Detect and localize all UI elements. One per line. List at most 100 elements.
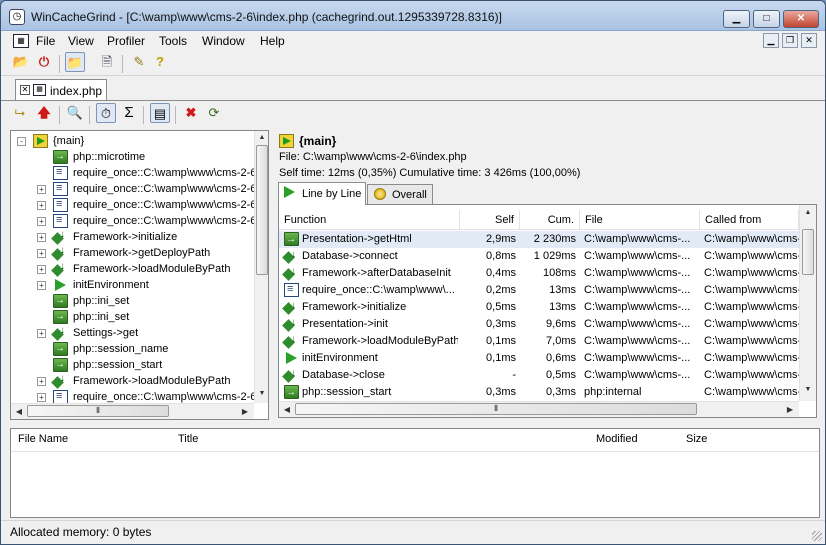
menu-help[interactable]: Help [260, 34, 285, 48]
up-folder-icon[interactable]: ⮡ [10, 103, 30, 123]
scroll-left-arrow[interactable]: ◀ [279, 402, 295, 417]
maximize-button[interactable]: □ [753, 10, 780, 28]
scroll-thumb[interactable] [802, 229, 814, 275]
scroll-right-arrow[interactable]: ▶ [237, 404, 253, 419]
expand-toggle[interactable]: + [37, 217, 46, 226]
minimize-button[interactable]: ▁ [723, 10, 750, 28]
list-vertical-scrollbar[interactable]: ▲ ▼ [799, 205, 816, 401]
table-row[interactable]: Presentation->getHtml 2,9ms 2 230ms C:\wamp… [279, 231, 799, 248]
tree-item[interactable]: php::ini_set [11, 309, 254, 325]
menu-window[interactable]: Window [202, 34, 245, 48]
tree-item[interactable]: php::session_name [11, 341, 254, 357]
table-row[interactable]: initEnvironment 0,1ms 0,6ms C:\wamp\www\cms… [279, 350, 799, 367]
mdi-document-icon[interactable]: ▦ [13, 34, 29, 48]
tree-item[interactable]: - {main} [11, 133, 254, 149]
scroll-up-arrow[interactable]: ▲ [800, 208, 816, 218]
title-bar[interactable]: ◷ WinCacheGrind - [C:\wamp\www\cms-2-6\i… [1, 1, 825, 31]
scroll-thumb[interactable]: ⦀ [27, 405, 169, 417]
resize-grip-icon[interactable] [812, 531, 822, 541]
table-row[interactable]: require_once::C:\wamp\www\... 0,2ms 13ms C:… [279, 281, 799, 299]
doc-tab-index-php[interactable]: ✕ ▦ index.php [15, 79, 107, 101]
tree-item[interactable]: + require_once::C:\wamp\www\cms-2-6 [11, 180, 256, 197]
tree-item[interactable]: require_once::C:\wamp\www\cms-2-6 [11, 164, 256, 181]
table-row[interactable]: php::session_start 0,3ms 0,3ms php:internal… [279, 384, 799, 401]
column-file-name[interactable]: File Name [18, 433, 68, 445]
close-tab-icon[interactable]: ✕ [20, 85, 30, 95]
refresh-icon[interactable]: ⟳ [204, 103, 224, 123]
tree-item[interactable]: php::microtime [11, 149, 254, 165]
tree-item[interactable]: + require_once::C:\wamp\www\cms-2-6 [11, 212, 256, 229]
column-cum[interactable]: Cum. [520, 210, 580, 230]
table-row[interactable]: Framework->initialize 0,5ms 13ms C:\wamp\ww… [279, 297, 799, 316]
open-folder-icon[interactable]: 📂 [11, 52, 31, 72]
table-row[interactable]: Framework->loadModuleByPath 0,1ms 7,0ms C:\… [279, 331, 799, 350]
tree-item[interactable]: + Framework->initialize [11, 227, 254, 245]
horizontal-splitter[interactable] [10, 420, 820, 428]
menu-profiler[interactable]: Profiler [107, 34, 145, 48]
scroll-up-arrow[interactable]: ▲ [255, 133, 268, 143]
table-row[interactable]: Database->connect 0,8ms 1 029ms C:\wamp\www… [279, 246, 799, 265]
stop-profile-icon[interactable]: ⏻ [34, 52, 54, 72]
mdi-restore-button[interactable]: ❐ [782, 33, 798, 48]
calls-list[interactable]: Function Self Cum. File Called from Pres… [278, 204, 817, 418]
column-function[interactable]: Function [279, 210, 460, 230]
scroll-right-arrow[interactable]: ▶ [782, 402, 798, 417]
tab-overall[interactable]: Overall [367, 184, 433, 204]
scroll-thumb[interactable]: ⦀ [295, 403, 697, 415]
table-row[interactable]: Database->close - 0,5ms C:\wamp\www\cms-...… [279, 365, 799, 384]
column-size[interactable]: Size [686, 433, 707, 445]
tree-horizontal-scrollbar[interactable]: ◀ ⦀ ▶ [11, 403, 254, 419]
tree-item[interactable]: + Settings->get [11, 323, 254, 341]
column-modified[interactable]: Modified [596, 433, 638, 445]
tree-item[interactable]: php::session_start [11, 357, 254, 373]
time-mode-icon[interactable]: ⏱ [96, 103, 116, 123]
tab-line-by-line[interactable]: Line by Line [278, 182, 366, 205]
mdi-minimize-button[interactable]: ▁ [763, 33, 779, 48]
sigma-icon[interactable]: Σ [119, 103, 139, 123]
expand-toggle[interactable]: + [37, 265, 46, 274]
collapse-toggle[interactable]: - [17, 137, 26, 146]
column-self[interactable]: Self [460, 210, 520, 230]
expand-toggle[interactable]: + [37, 329, 46, 338]
expand-toggle[interactable]: + [37, 393, 46, 402]
properties-icon[interactable]: 🗎 [97, 52, 117, 72]
table-row[interactable]: Framework->afterDatabaseInit 0,4ms 108ms C:… [279, 263, 799, 282]
tree-vertical-scrollbar[interactable]: ▲ ▼ [254, 131, 268, 403]
menu-view[interactable]: View [68, 34, 94, 48]
expand-toggle[interactable]: + [37, 233, 46, 242]
scroll-down-arrow[interactable]: ▼ [800, 385, 816, 395]
expand-toggle[interactable]: + [37, 377, 46, 386]
tree-item[interactable]: php::ini_set [11, 293, 254, 309]
tree-item[interactable]: + initEnvironment [11, 277, 254, 293]
expand-toggle[interactable]: + [37, 249, 46, 258]
close-button[interactable]: ✕ [783, 10, 819, 28]
scroll-left-arrow[interactable]: ◀ [11, 404, 27, 419]
red-up-arrow-icon[interactable]: 🡅 [34, 103, 54, 123]
column-title[interactable]: Title [178, 433, 198, 445]
call-tree[interactable]: - {main}php::microtimerequire_once::C:\wa… [10, 130, 269, 420]
expand-toggle[interactable]: + [37, 281, 46, 290]
menu-tools[interactable]: Tools [159, 34, 187, 48]
ms-units-icon[interactable]: ▤ [150, 103, 170, 123]
tree-item[interactable]: + require_once::C:\wamp\www\cms-2-6 [11, 196, 256, 213]
list-horizontal-scrollbar[interactable]: ◀ ⦀ ▶ [279, 401, 799, 417]
expand-toggle[interactable]: + [37, 201, 46, 210]
scroll-down-arrow[interactable]: ▼ [255, 389, 268, 399]
profile-file-list[interactable]: File Name Title Modified Size [10, 428, 820, 518]
red-x-icon[interactable]: ✖ [181, 103, 201, 123]
expand-toggle[interactable]: + [37, 185, 46, 194]
column-called-from[interactable]: Called from [700, 210, 799, 230]
folder-view-icon[interactable]: 📁 [65, 52, 85, 72]
toolbar-separator [59, 55, 60, 73]
mdi-close-button[interactable]: ✕ [801, 33, 817, 48]
scroll-thumb[interactable] [256, 145, 268, 275]
bookmark-icon[interactable]: ✎ [129, 52, 149, 72]
help-icon[interactable]: ? [150, 52, 170, 72]
table-row[interactable]: Presentation->init 0,3ms 9,6ms C:\wamp\www\… [279, 314, 799, 333]
column-file[interactable]: File [580, 210, 700, 230]
tree-item[interactable]: + Framework->loadModuleByPath [11, 371, 254, 389]
tree-item[interactable]: + Framework->getDeployPath [11, 243, 254, 261]
menu-file[interactable]: File [36, 34, 55, 48]
find-icon[interactable]: 🔍 [65, 103, 85, 123]
tree-item[interactable]: + Framework->loadModuleByPath [11, 259, 254, 277]
